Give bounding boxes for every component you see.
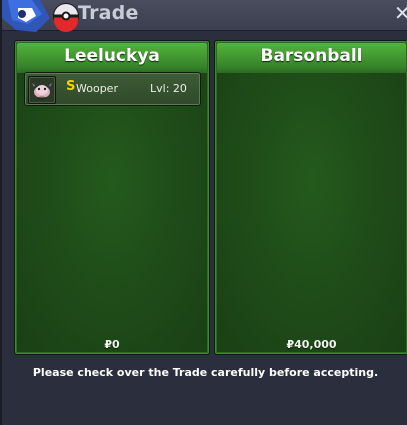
close-icon[interactable]: ✕ [394,1,407,25]
money-offer: ₽40,000 [286,338,337,351]
pokemon-name: Wooper [76,82,118,95]
money-offer: ₽0 [104,338,120,351]
trade-window: Trade ✕ Leeluckya S Wooper Lvl: 20 ₽0 Ba… [0,0,407,425]
player-name: Leeluckya [64,46,160,66]
window-title: Trade [78,2,139,24]
pokemon-sprite-frame [28,76,56,104]
trade-warning-message: Please check over the Trade carefully be… [32,366,379,379]
trade-panel-right: Barsonball ₽40,000 [214,40,407,355]
wooper-icon [32,83,52,100]
trade-panel-left: Leeluckya S Wooper Lvl: 20 ₽0 [14,40,210,355]
shiny-indicator: S [66,79,76,94]
trade-item-slot[interactable]: S Wooper Lvl: 20 [24,72,201,106]
pokemon-level: Lvl: 20 [150,82,187,95]
pokeball-logo-icon [2,0,79,32]
player-name: Barsonball [260,46,363,66]
